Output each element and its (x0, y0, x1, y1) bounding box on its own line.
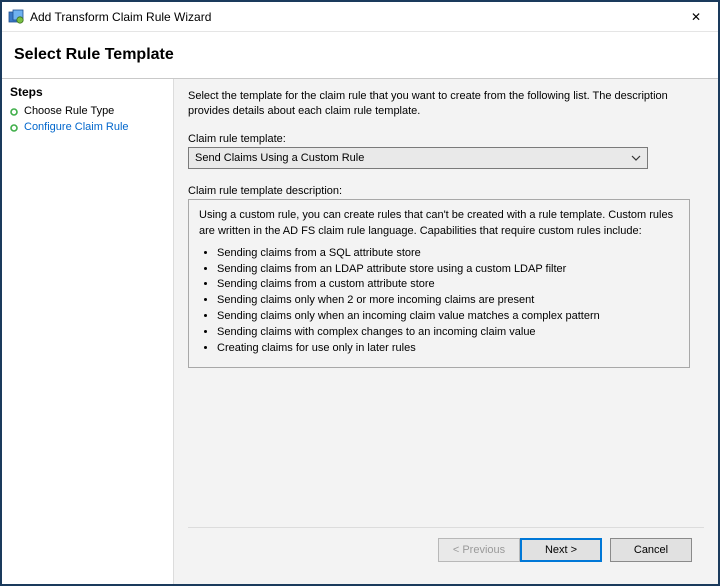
step-configure-claim-rule[interactable]: Configure Claim Rule (2, 119, 173, 135)
window-title: Add Transform Claim Rule Wizard (30, 10, 674, 24)
select-value: Send Claims Using a Custom Rule (195, 152, 364, 164)
step-choose-rule-type[interactable]: Choose Rule Type (2, 103, 173, 119)
steps-sidebar: Steps Choose Rule Type Configure Claim R… (2, 79, 174, 584)
claim-rule-template-select[interactable]: Send Claims Using a Custom Rule (188, 147, 648, 169)
cancel-button[interactable]: Cancel (610, 538, 692, 562)
list-item: Sending claims only when an incoming cla… (217, 309, 679, 325)
description-list: Sending claims from a SQL attribute stor… (199, 246, 679, 358)
step-label: Configure Claim Rule (24, 121, 129, 133)
list-item: Sending claims with complex changes to a… (217, 325, 679, 341)
footer-buttons: < Previous Next > Cancel (188, 527, 704, 574)
previous-button: < Previous (438, 538, 520, 562)
template-field-label: Claim rule template: (188, 133, 704, 145)
chevron-down-icon (629, 155, 643, 161)
step-label: Choose Rule Type (24, 105, 114, 117)
content-area: Select the template for the claim rule t… (174, 79, 718, 584)
intro-text: Select the template for the claim rule t… (188, 89, 704, 119)
description-intro: Using a custom rule, you can create rule… (199, 208, 679, 240)
list-item: Sending claims from a SQL attribute stor… (217, 246, 679, 262)
nav-button-group: < Previous Next > (438, 538, 602, 562)
page-header: Select Rule Template (2, 32, 718, 78)
next-button[interactable]: Next > (520, 538, 602, 562)
list-item: Sending claims from a custom attribute s… (217, 277, 679, 293)
page-title: Select Rule Template (14, 46, 706, 64)
body: Steps Choose Rule Type Configure Claim R… (2, 78, 718, 584)
list-item: Sending claims only when 2 or more incom… (217, 293, 679, 309)
step-bullet-icon (10, 123, 18, 131)
app-icon (8, 9, 24, 25)
wizard-window: Add Transform Claim Rule Wizard ✕ Select… (0, 0, 720, 586)
description-box: Using a custom rule, you can create rule… (188, 199, 690, 368)
description-field-label: Claim rule template description: (188, 185, 704, 197)
spacer (188, 368, 704, 527)
list-item: Sending claims from an LDAP attribute st… (217, 262, 679, 278)
step-bullet-icon (10, 107, 18, 115)
close-button[interactable]: ✕ (674, 3, 718, 31)
close-icon: ✕ (691, 10, 701, 24)
titlebar: Add Transform Claim Rule Wizard ✕ (2, 2, 718, 32)
steps-header: Steps (2, 83, 173, 103)
list-item: Creating claims for use only in later ru… (217, 341, 679, 357)
